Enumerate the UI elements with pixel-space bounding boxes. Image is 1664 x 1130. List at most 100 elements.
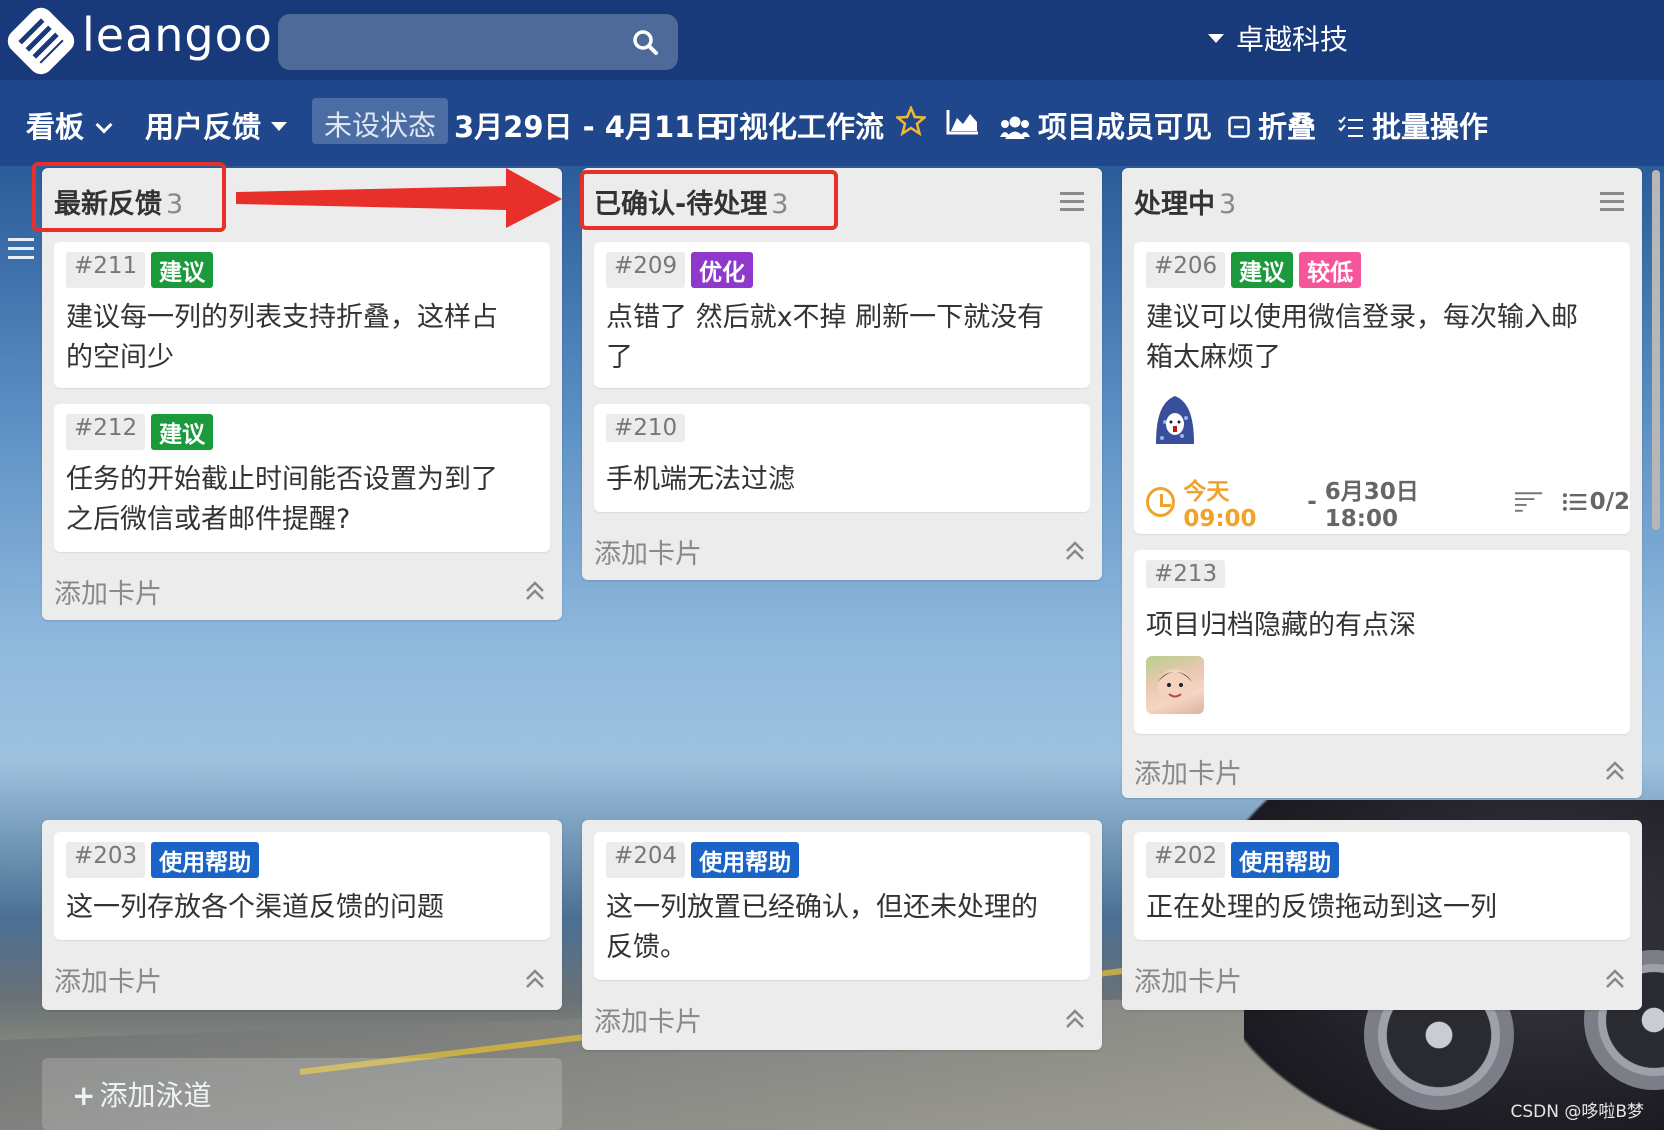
- avatar[interactable]: [1146, 656, 1204, 714]
- add-card-button[interactable]: 添加卡片: [594, 1000, 702, 1039]
- add-lane-label: 添加泳道: [99, 1079, 212, 1112]
- card-tag: 使用帮助: [691, 842, 800, 878]
- column-title-text: 处理中: [1134, 189, 1215, 220]
- due-separator: -: [1307, 489, 1317, 515]
- leangoo-logo-icon[interactable]: [2, 2, 80, 80]
- due-end: 6月30日 18:00: [1324, 479, 1419, 532]
- card-title: 这一列存放各个渠道反馈的问题: [66, 892, 444, 923]
- date-range[interactable]: 3月29日 - 4月11日: [454, 104, 723, 146]
- users-icon: [1000, 116, 1030, 139]
- workflow-button[interactable]: 可视化工作流: [710, 104, 884, 146]
- add-card-button[interactable]: 添加卡片: [54, 572, 162, 611]
- collapse-up-icon[interactable]: [1064, 1008, 1086, 1030]
- add-card-button[interactable]: 添加卡片: [594, 532, 702, 571]
- card[interactable]: #204 使用帮助 这一列放置已经确认，但还未处理的反馈。: [594, 832, 1090, 980]
- collapse-up-icon[interactable]: [1064, 540, 1086, 562]
- card[interactable]: #206 建议 较低 建议可以使用微信登录，每次输入邮箱太麻烦了 今天09:00…: [1134, 242, 1630, 534]
- visibility-label: 项目成员可见: [1038, 110, 1213, 144]
- column-title[interactable]: 处理中 3: [1134, 182, 1236, 221]
- logo-text[interactable]: leangoo: [82, 8, 273, 62]
- card[interactable]: #211 建议 建议每一列的列表支持折叠，这样占的空间少: [54, 242, 550, 388]
- lane-column: #203 使用帮助 这一列存放各个渠道反馈的问题 添加卡片: [42, 820, 562, 1010]
- org-name: 卓越科技: [1236, 23, 1349, 56]
- batch-label: 批量操作: [1372, 110, 1489, 144]
- description-icon: [1515, 492, 1543, 512]
- avatar[interactable]: [1146, 392, 1204, 450]
- card-tag: 较低: [1299, 252, 1362, 288]
- card-meta: 今天09:00 - 6月30日 18:00 0/2: [1146, 472, 1630, 532]
- add-card-button[interactable]: 添加卡片: [54, 960, 162, 999]
- card[interactable]: #213 项目归档隐藏的有点深: [1134, 550, 1630, 734]
- card-id: #203: [66, 842, 146, 878]
- checklist-icon: [1338, 116, 1363, 137]
- card-id: #212: [66, 414, 146, 450]
- add-lane-button[interactable]: + 添加泳道: [42, 1058, 562, 1130]
- search-input[interactable]: [278, 14, 678, 70]
- card-id: #206: [1146, 252, 1226, 288]
- collapse-up-icon[interactable]: [524, 968, 546, 990]
- card-title: 建议每一列的列表支持折叠，这样占的空间少: [66, 302, 498, 373]
- visibility-button[interactable]: 项目成员可见: [1000, 104, 1212, 146]
- card-title: 项目归档隐藏的有点深: [1146, 610, 1416, 641]
- search-icon[interactable]: [632, 29, 658, 55]
- card[interactable]: #212 建议 任务的开始截止时间能否设置为到了之后微信或者邮件提醒?: [54, 404, 550, 552]
- watermark: CSDN @哆啦B梦: [1510, 1102, 1644, 1122]
- card-id: #213: [1146, 560, 1226, 588]
- card[interactable]: #209 优化 点错了 然后就x不掉 刷新一下就没有了: [594, 242, 1090, 388]
- checklist-icon: [1563, 493, 1587, 511]
- plus-icon: +: [72, 1079, 96, 1112]
- card-tag: 使用帮助: [1231, 842, 1340, 878]
- card-title: 建议可以使用微信登录，每次输入邮箱太麻烦了: [1146, 302, 1578, 373]
- card-title: 点错了 然后就x不掉 刷新一下就没有了: [606, 302, 1045, 373]
- collapse-up-icon[interactable]: [1604, 968, 1626, 990]
- card-tag: 使用帮助: [151, 842, 260, 878]
- board-name: 用户反馈: [145, 110, 262, 144]
- card-title: 任务的开始截止时间能否设置为到了之后微信或者邮件提醒?: [66, 464, 498, 535]
- list-column-latest: 最新反馈 3 #211 建议 建议每一列的列表支持折叠，这样占的空间少 #212 …: [42, 168, 562, 620]
- card-id: #211: [66, 252, 146, 288]
- collapse-up-icon[interactable]: [1604, 760, 1626, 782]
- top-bar: leangoo 卓越科技: [0, 0, 1664, 80]
- star-icon[interactable]: [896, 106, 926, 136]
- annotation-arrow-icon: [236, 168, 562, 228]
- horizontal-scrollbar[interactable]: [1652, 170, 1660, 530]
- card-tag: 建议: [1231, 252, 1294, 288]
- chart-icon[interactable]: [946, 108, 980, 136]
- org-switcher[interactable]: 卓越科技: [1208, 18, 1348, 58]
- column-count: 3: [1219, 189, 1237, 220]
- highlight-box: [32, 162, 226, 232]
- board-toolbar: 看板 用户反馈 未设状态 3月29日 - 4月11日 可视化工作流 项目成员可见…: [0, 80, 1664, 166]
- fold-button[interactable]: 折叠: [1228, 104, 1316, 146]
- collapse-up-icon[interactable]: [524, 580, 546, 602]
- add-card-button[interactable]: 添加卡片: [1134, 752, 1242, 791]
- add-card-button[interactable]: 添加卡片: [1134, 960, 1242, 999]
- card-id: #202: [1146, 842, 1226, 878]
- card[interactable]: #203 使用帮助 这一列存放各个渠道反馈的问题: [54, 832, 550, 940]
- board-menu[interactable]: 看板: [26, 104, 113, 146]
- list-column-in-progress: 处理中 3 #206 建议 较低 建议可以使用微信登录，每次输入邮箱太麻烦了 今天…: [1122, 168, 1642, 798]
- card-id: #204: [606, 842, 686, 878]
- card-title: 手机端无法过滤: [606, 464, 795, 495]
- column-menu-icon[interactable]: [1060, 192, 1084, 212]
- card-id: #210: [606, 414, 686, 442]
- batch-button[interactable]: 批量操作: [1338, 104, 1488, 146]
- sidebar-toggle-icon[interactable]: [8, 238, 34, 260]
- clock-icon: [1146, 487, 1176, 517]
- board-name-menu[interactable]: 用户反馈: [145, 104, 288, 146]
- lane-column: #202 使用帮助 正在处理的反馈拖动到这一列 添加卡片: [1122, 820, 1642, 1010]
- card[interactable]: #210 手机端无法过滤: [594, 404, 1090, 512]
- due-start: 今天09:00: [1183, 479, 1257, 532]
- collapse-square-icon: [1228, 116, 1250, 138]
- card-tag: 建议: [151, 252, 214, 288]
- column-menu-icon[interactable]: [1600, 192, 1624, 212]
- board-menu-label: 看板: [26, 110, 85, 144]
- status-pill[interactable]: 未设状态: [312, 98, 449, 144]
- card-id: #209: [606, 252, 686, 288]
- chevron-down-icon: [95, 116, 113, 134]
- card-title: 这一列放置已经确认，但还未处理的反馈。: [606, 892, 1038, 963]
- card-tag: 优化: [691, 252, 754, 288]
- caret-down-icon: [1208, 33, 1224, 43]
- card[interactable]: #202 使用帮助 正在处理的反馈拖动到这一列: [1134, 832, 1630, 940]
- card-tag: 建议: [151, 414, 214, 450]
- fold-label: 折叠: [1258, 110, 1317, 144]
